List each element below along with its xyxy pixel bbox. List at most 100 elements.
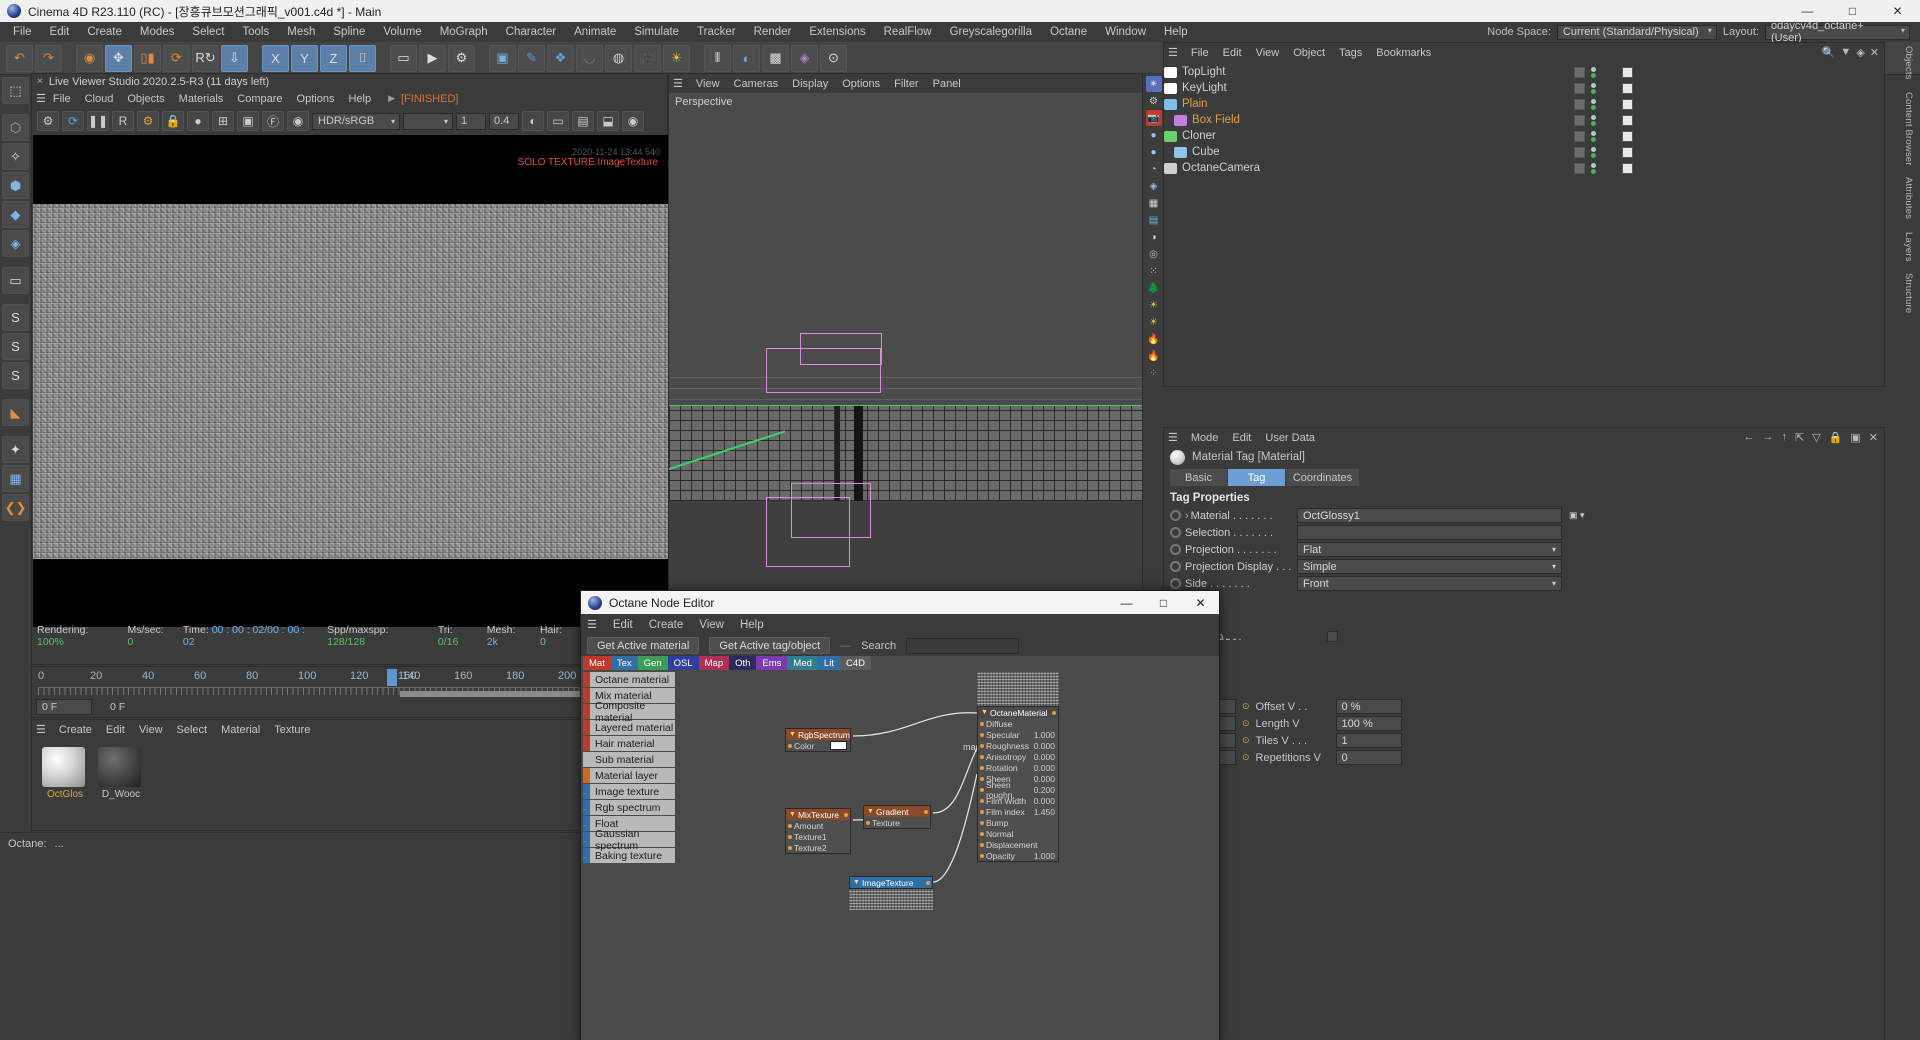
node-port-opacity[interactable]: Opacity 1.000 bbox=[978, 850, 1058, 861]
bend-deformer-icon[interactable]: ◡ bbox=[576, 44, 603, 72]
node-list-item[interactable]: Sub material bbox=[583, 752, 675, 767]
menu-item-create[interactable]: Create bbox=[78, 24, 131, 40]
object-row[interactable]: Box Field bbox=[1164, 112, 1884, 128]
visibility-dots[interactable] bbox=[1591, 66, 1596, 78]
tag-box-icon[interactable] bbox=[1574, 98, 1585, 110]
select-live-icon[interactable]: ◉ bbox=[76, 44, 103, 72]
occ-right-field[interactable]: 1 bbox=[1335, 733, 1402, 748]
node-list-item[interactable]: Gaussian spectrum bbox=[583, 828, 675, 852]
close-icon[interactable]: ✕ bbox=[1870, 46, 1879, 59]
close-icon[interactable]: ✕ bbox=[1869, 431, 1878, 444]
edge-tab-attributes[interactable]: Attributes bbox=[1900, 171, 1917, 225]
maximize-button[interactable]: □ bbox=[1830, 0, 1875, 22]
octane-node-editor-window[interactable]: Octane Node Editor — □ ✕ ☰ Edit Create Vie… bbox=[580, 590, 1220, 1040]
material-tag-icon[interactable] bbox=[1622, 98, 1633, 110]
rotate-handle-icon[interactable]: ❮❯ bbox=[2, 494, 29, 521]
axis-icon[interactable]: ✦ bbox=[2, 436, 29, 463]
redo-icon[interactable]: ↷ bbox=[35, 44, 62, 72]
port-pin-icon[interactable] bbox=[980, 842, 984, 847]
material-thumbnail[interactable] bbox=[42, 747, 85, 787]
attr-tab-tag[interactable]: Tag bbox=[1228, 469, 1286, 486]
pin-icon[interactable]: ⇱ bbox=[1795, 431, 1804, 444]
world-coord-icon[interactable]: ⌷ bbox=[349, 44, 376, 72]
graph-node-gradient[interactable]: ▼ Gradient Texture bbox=[863, 805, 931, 829]
node-tab-mat[interactable]: Mat bbox=[583, 656, 611, 670]
node-port-anisotropy[interactable]: Anisotropy 0.000 bbox=[978, 751, 1058, 762]
edge-mode-icon[interactable]: ✧ bbox=[2, 143, 29, 170]
current-frame-field[interactable]: 0 F bbox=[36, 699, 92, 715]
objmgr-menu-file[interactable]: File bbox=[1184, 45, 1216, 61]
visibility-dots[interactable] bbox=[1591, 130, 1596, 142]
material-picker-icon[interactable]: ▣ ▾ bbox=[1569, 510, 1585, 521]
octane-sun-icon[interactable]: ☀ bbox=[1145, 297, 1162, 313]
node-tab-osl[interactable]: OSL bbox=[667, 656, 699, 670]
camera-icon[interactable]: 🎥 bbox=[634, 44, 661, 72]
octane-misc-icon[interactable]: ⁘ bbox=[1145, 365, 1162, 381]
model-mode-icon[interactable]: ◆ bbox=[2, 201, 29, 228]
objmgr-menu-edit[interactable]: Edit bbox=[1216, 45, 1249, 61]
menu-item-help[interactable]: Help bbox=[1155, 24, 1197, 40]
get-active-tag-button[interactable]: Get Active tag/object bbox=[709, 637, 831, 654]
focus-icon[interactable]: Ⓕ bbox=[262, 111, 284, 131]
port-pin-icon[interactable] bbox=[980, 798, 984, 803]
camera-snapshot-icon[interactable]: ⬓ bbox=[597, 111, 619, 131]
animate-knob-icon[interactable] bbox=[1170, 578, 1181, 589]
render-region-icon[interactable]: ▶ bbox=[419, 44, 446, 72]
octane-layer-icon[interactable]: ▤ bbox=[1145, 212, 1162, 228]
rset-icon[interactable]: R↻ bbox=[192, 44, 219, 72]
object-row[interactable]: Plain bbox=[1164, 96, 1884, 112]
snap-s1-icon[interactable]: S bbox=[2, 304, 29, 331]
objmgr-menu-object[interactable]: Object bbox=[1286, 45, 1332, 61]
back-icon[interactable]: ← bbox=[1743, 431, 1754, 444]
edge-tab-objects[interactable]: Objects bbox=[1900, 40, 1917, 86]
octane-settings-icon[interactable]: ⚙ bbox=[1145, 93, 1162, 109]
matmgr-menu-create[interactable]: Create bbox=[52, 722, 99, 738]
node-tab-map[interactable]: Map bbox=[698, 656, 730, 670]
material-thumbnail[interactable] bbox=[98, 747, 141, 787]
mask-icon[interactable]: ◉ bbox=[287, 111, 309, 131]
octane-sphere2-icon[interactable]: ● bbox=[1145, 144, 1162, 160]
node-output-pin[interactable] bbox=[844, 812, 848, 817]
add-material-icon[interactable]: ⊞ bbox=[212, 111, 234, 131]
node-tab-c4d[interactable]: C4D bbox=[839, 656, 871, 670]
render-settings2-icon[interactable]: ⚙ bbox=[137, 111, 159, 131]
port-pin-icon[interactable] bbox=[980, 776, 984, 781]
search-icon[interactable]: 🔍 bbox=[1822, 46, 1836, 59]
object-row[interactable]: Cube bbox=[1164, 144, 1884, 160]
port-pin-icon[interactable] bbox=[980, 754, 984, 759]
hamburger-icon[interactable]: ☰ bbox=[673, 77, 683, 90]
tag-box-icon[interactable] bbox=[1574, 114, 1585, 126]
occ-right-field[interactable]: 0 bbox=[1335, 750, 1402, 765]
node-port-roughness[interactable]: Roughness 0.000 bbox=[978, 740, 1058, 751]
attrmgr-menu-user-data[interactable]: User Data bbox=[1258, 430, 1322, 446]
node-editor-minimize-button[interactable]: — bbox=[1108, 591, 1145, 614]
refresh-icon[interactable]: ⟳ bbox=[62, 111, 84, 131]
cube-primitive-icon[interactable]: ▣ bbox=[489, 44, 516, 72]
collapse-triangle-icon[interactable]: ▼ bbox=[789, 811, 796, 818]
menu-item-realflow[interactable]: RealFlow bbox=[875, 24, 941, 40]
close-button[interactable]: ✕ bbox=[1875, 0, 1920, 22]
menu-item-edit[interactable]: Edit bbox=[41, 24, 79, 40]
collapse-triangle-icon[interactable]: ▼ bbox=[867, 808, 874, 815]
node-tab-oth[interactable]: Oth bbox=[729, 656, 757, 670]
node-list-item[interactable]: Layered material bbox=[583, 720, 675, 735]
node-editor-close-button[interactable]: ✕ bbox=[1182, 591, 1219, 614]
node-port-normal[interactable]: Normal bbox=[978, 828, 1058, 839]
visibility-dots[interactable] bbox=[1591, 82, 1596, 94]
animate-knob-icon[interactable] bbox=[1170, 510, 1181, 521]
occ-right-field[interactable]: 100 % bbox=[1335, 716, 1402, 731]
snap-s3-icon[interactable]: S bbox=[2, 362, 29, 389]
filter-icon[interactable]: ▼ bbox=[1840, 46, 1851, 59]
attr-value-projection-display[interactable]: Simple bbox=[1297, 559, 1562, 574]
search-input[interactable] bbox=[906, 637, 1020, 654]
visibility-dots[interactable] bbox=[1591, 114, 1596, 126]
lv-menu-help[interactable]: Help bbox=[341, 91, 378, 107]
octane-scatter-icon[interactable]: ⁙ bbox=[1145, 263, 1162, 279]
octane-camera-icon[interactable]: 📷 bbox=[1145, 110, 1162, 126]
lv-menu-compare[interactable]: Compare bbox=[230, 91, 289, 107]
mograph-icon[interactable]: ⫴ bbox=[704, 44, 731, 72]
node-tab-lit[interactable]: Lit bbox=[817, 656, 840, 670]
menu-item-animate[interactable]: Animate bbox=[565, 24, 625, 40]
end-frame-field[interactable]: 0 F bbox=[96, 699, 180, 715]
colorspace-dropdown[interactable]: HDR/sRGB bbox=[312, 112, 400, 130]
